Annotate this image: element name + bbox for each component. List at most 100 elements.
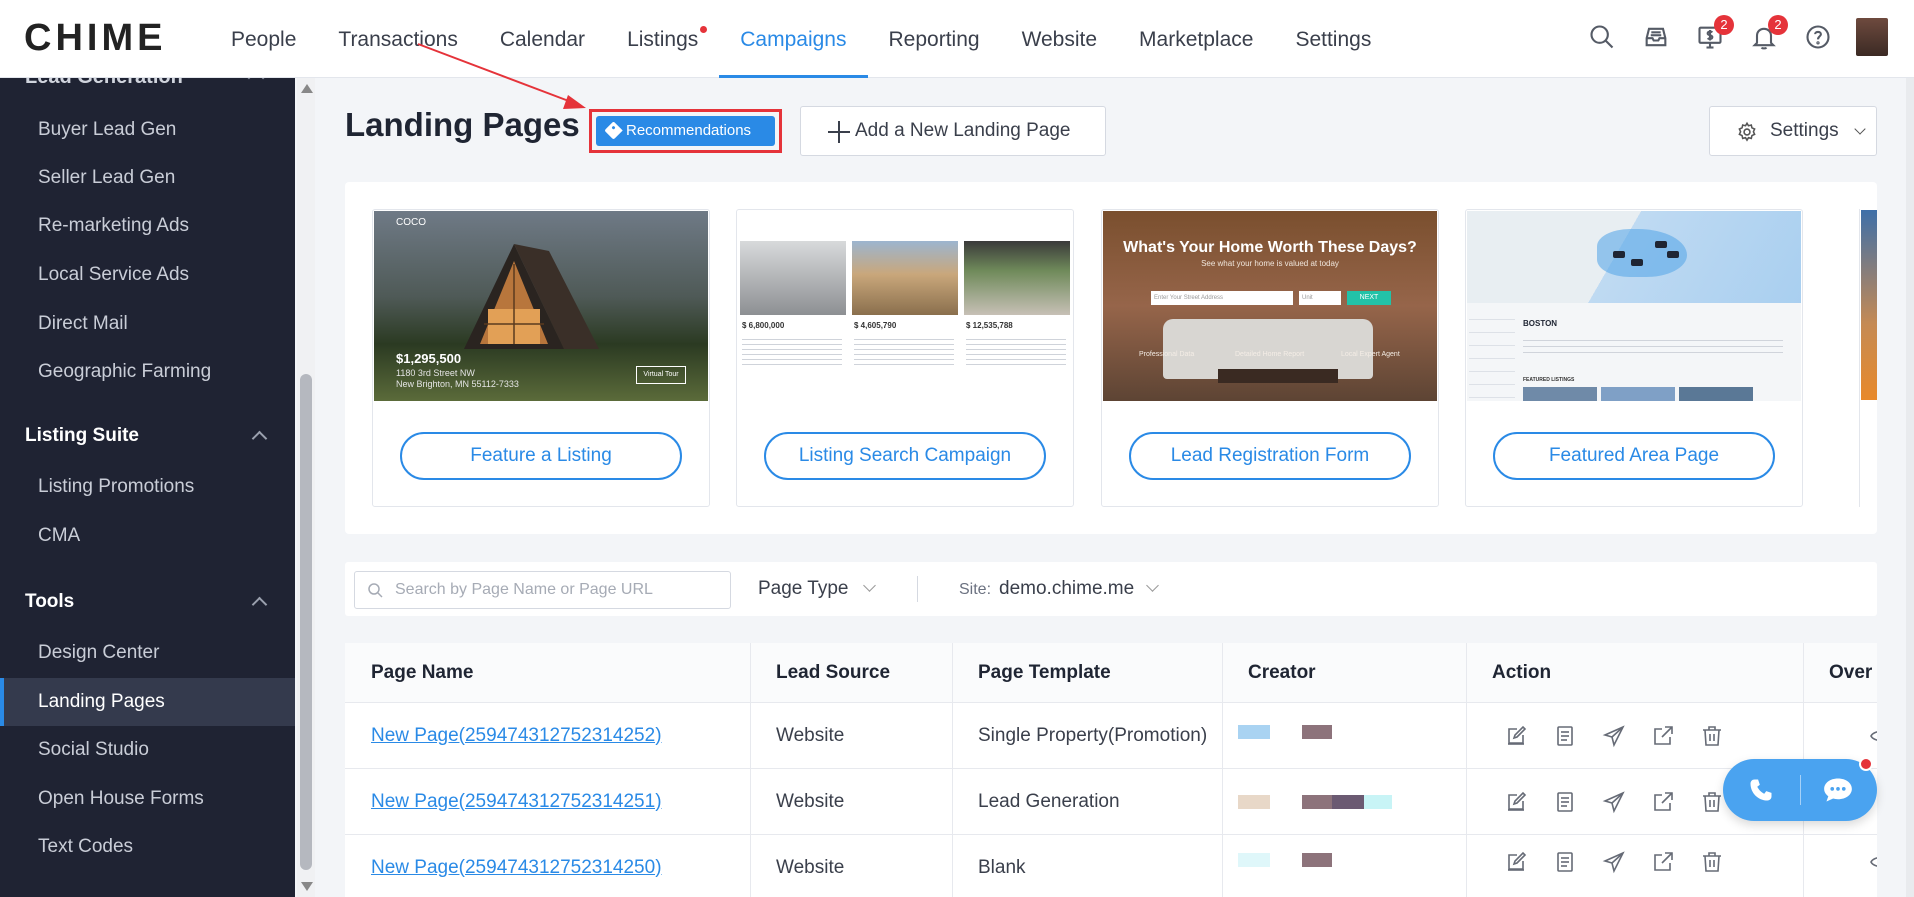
edit-icon[interactable] [1504, 724, 1528, 748]
template-card-listing-search[interactable]: $ 6,800,000 $ 4,605,790 $ 12,535,788 Lis… [736, 209, 1074, 507]
edit-icon[interactable] [1504, 850, 1528, 874]
share-icon[interactable] [1651, 724, 1675, 748]
nav-website[interactable]: Website [1001, 0, 1118, 78]
sidebar-item-open-house-forms[interactable]: Open House Forms [0, 775, 295, 823]
search-input[interactable] [395, 578, 715, 602]
column-header-page-name[interactable]: Page Name [345, 643, 750, 702]
sidebar-item-buyer-lead-gen[interactable]: Buyer Lead Gen [0, 106, 295, 154]
chime-logo[interactable]: CHIME [24, 17, 166, 60]
main-nav: People Transactions Calendar Listings Ca… [210, 0, 1392, 78]
search-box [354, 571, 731, 609]
bell-icon[interactable]: 2 [1748, 15, 1788, 53]
eye-icon[interactable] [1869, 724, 1877, 748]
add-landing-page-button[interactable]: Add a New Landing Page [800, 106, 1106, 156]
sidebar-item-social-studio[interactable]: Social Studio [0, 726, 295, 774]
scroll-thumb[interactable] [300, 374, 312, 870]
template-card-feature-listing[interactable]: COCO $1,295,500 1180 3rd Street NW New Br… [372, 209, 710, 507]
preview-lines [1523, 335, 1783, 357]
sidebar-item-listing-promotions[interactable]: Listing Promotions [0, 463, 295, 511]
sidebar-item-seller-lead-gen[interactable]: Seller Lead Gen [0, 154, 295, 202]
creator-redacted [1302, 795, 1332, 809]
chat-icon[interactable] [1823, 776, 1853, 804]
send-icon[interactable] [1602, 724, 1626, 748]
sidebar-item-landing-pages[interactable]: Landing Pages [0, 678, 295, 726]
template-card-lead-registration[interactable]: What's Your Home Worth These Days? See w… [1101, 209, 1439, 507]
sidebar-item-design-center[interactable]: Design Center [0, 629, 295, 677]
preview-subtitle: See what your home is valued at today [1201, 259, 1339, 268]
dollar-monitor-icon[interactable]: 2 [1694, 15, 1734, 53]
share-icon[interactable] [1651, 790, 1675, 814]
sidebar-item-cma[interactable]: CMA [0, 512, 295, 560]
divider [1800, 775, 1801, 805]
share-icon[interactable] [1651, 850, 1675, 874]
sidebar-section-listing-suite[interactable]: Listing Suite [0, 412, 295, 460]
nav-people[interactable]: People [210, 0, 317, 78]
template-card-partial[interactable] [1859, 209, 1877, 507]
chevron-up-icon [251, 596, 268, 613]
nav-marketplace[interactable]: Marketplace [1118, 0, 1274, 78]
lead-source-cell: Website [776, 790, 845, 812]
copy-icon[interactable] [1553, 850, 1577, 874]
nav-reporting[interactable]: Reporting [868, 0, 1001, 78]
nav-calendar[interactable]: Calendar [479, 0, 606, 78]
sidebar-item-local-service-ads[interactable]: Local Service Ads [0, 251, 295, 299]
copy-icon[interactable] [1553, 724, 1577, 748]
trash-icon[interactable] [1700, 850, 1724, 874]
preview-price: $ 4,605,790 [854, 321, 897, 330]
lead-registration-form-button[interactable]: Lead Registration Form [1129, 432, 1411, 480]
add-landing-page-label: Add a New Landing Page [855, 120, 1071, 141]
page-name-link[interactable]: New Page(259474312752314252) [371, 725, 662, 747]
nav-listings[interactable]: Listings [606, 0, 719, 78]
page-name-link[interactable]: New Page(259474312752314251) [371, 791, 662, 813]
settings-dropdown-button[interactable]: Settings [1709, 106, 1877, 156]
trash-icon[interactable] [1700, 724, 1724, 748]
lead-source-cell: Website [776, 856, 845, 878]
template-card-featured-area[interactable]: BOSTON FEATURED LISTINGS Featured Area P… [1465, 209, 1803, 507]
send-icon[interactable] [1602, 790, 1626, 814]
site-dropdown[interactable]: Site: demo.chime.me [959, 562, 1160, 616]
nav-campaigns[interactable]: Campaigns [719, 0, 868, 78]
copy-icon[interactable] [1553, 790, 1577, 814]
sidebar-item-text-codes[interactable]: Text Codes [0, 823, 295, 871]
sidebar-item-direct-mail[interactable]: Direct Mail [0, 300, 295, 348]
map-pin [1613, 251, 1625, 258]
trash-icon[interactable] [1700, 790, 1724, 814]
eye-icon[interactable] [1869, 850, 1877, 874]
sidebar-section-lead-generation[interactable]: Lead Generation [25, 78, 183, 89]
chat-notification-dot [1859, 757, 1873, 771]
edit-icon[interactable] [1504, 790, 1528, 814]
column-header-lead-source[interactable]: Lead Source [750, 643, 952, 702]
sidebar-item-geographic-farming[interactable]: Geographic Farming [0, 348, 295, 396]
sidebar-item-remarketing-ads[interactable]: Re-marketing Ads [0, 202, 295, 250]
column-header-creator[interactable]: Creator [1222, 643, 1466, 702]
sidebar-scrollbar[interactable] [297, 78, 315, 897]
page-scrollbar[interactable] [1906, 78, 1914, 897]
recommendations-label: Recommendations [626, 122, 752, 139]
nav-transactions[interactable]: Transactions [317, 0, 478, 78]
creator-redacted [1238, 725, 1270, 739]
chevron-up-icon [251, 430, 268, 447]
scroll-down-arrow[interactable] [301, 882, 313, 891]
recommendations-button[interactable]: Recommendations [596, 116, 775, 146]
search-icon[interactable] [1586, 21, 1618, 53]
preview-city: BOSTON [1523, 319, 1558, 328]
send-icon[interactable] [1602, 850, 1626, 874]
inbox-icon[interactable] [1640, 21, 1672, 53]
feature-listing-button[interactable]: Feature a Listing [400, 432, 682, 480]
page-type-dropdown[interactable]: Page Type [758, 562, 876, 616]
scroll-up-arrow[interactable] [301, 84, 313, 93]
listing-search-campaign-button[interactable]: Listing Search Campaign [764, 432, 1046, 480]
featured-area-page-button[interactable]: Featured Area Page [1493, 432, 1775, 480]
table-row: New Page(259474312752314251) Website Lea… [345, 769, 1877, 835]
column-header-page-template[interactable]: Page Template [952, 643, 1222, 702]
phone-icon[interactable] [1747, 776, 1775, 804]
nav-settings[interactable]: Settings [1274, 0, 1392, 78]
sidebar-section-tools[interactable]: Tools [0, 578, 295, 626]
preview-feature: Professional Data [1139, 351, 1195, 358]
help-icon[interactable] [1802, 21, 1834, 53]
table-row: New Page(259474312752314252) Website Sin… [345, 703, 1877, 769]
chevron-down-icon [1146, 579, 1160, 592]
page-name-link[interactable]: New Page(259474312752314250) [371, 857, 662, 879]
column-divider [1222, 643, 1223, 897]
user-avatar[interactable] [1856, 18, 1888, 56]
